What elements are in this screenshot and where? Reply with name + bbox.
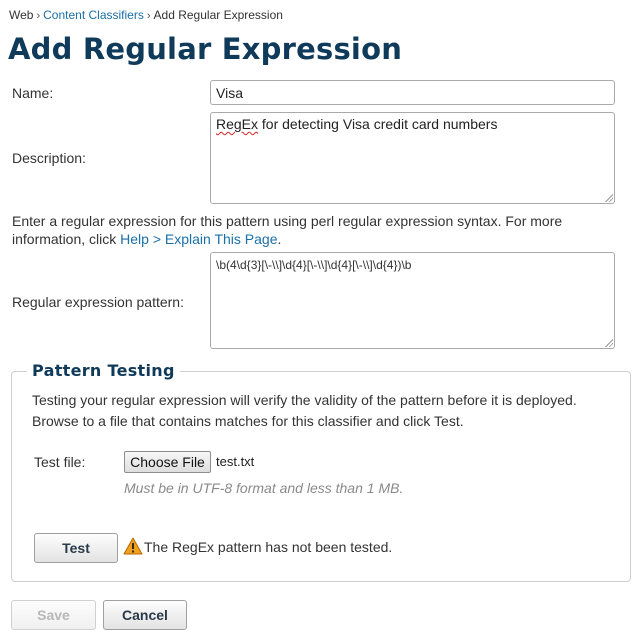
pattern-testing-description: Testing your regular expression will ver… <box>32 392 577 429</box>
test-status: The RegEx pattern has not been tested. <box>123 537 392 555</box>
cancel-button[interactable]: Cancel <box>103 600 187 630</box>
resize-grip-icon[interactable] <box>604 193 613 202</box>
breadcrumb-separator: › <box>146 10 151 22</box>
pattern-instructions-end: . <box>277 231 282 247</box>
test-button[interactable]: Test <box>34 533 118 563</box>
breadcrumb-current: Add Regular Expression <box>153 8 283 22</box>
breadcrumb-separator: › <box>36 10 41 22</box>
pattern-instructions: Enter a regular expression for this patt… <box>12 212 627 248</box>
test-status-text: The RegEx pattern has not been tested. <box>144 539 393 555</box>
page-title: Add Regular Expression <box>8 32 403 66</box>
description-text: for detecting Visa credit card numbers <box>258 116 498 132</box>
resize-grip-icon[interactable] <box>604 338 613 347</box>
save-button[interactable]: Save <box>11 600 96 630</box>
name-input[interactable] <box>210 80 615 105</box>
choose-file-button[interactable]: Choose File <box>124 451 211 473</box>
test-file-label: Test file: <box>34 454 86 470</box>
selected-file-name: test.txt <box>216 454 255 469</box>
warning-icon <box>123 537 143 555</box>
help-explain-link[interactable]: Help > Explain This Page <box>120 231 277 247</box>
pattern-value: \b(4\d{3}[\-\\]\d{4}[\-\\]\d{4}[\-\\]\d{… <box>216 258 412 272</box>
breadcrumb-content-classifiers-link[interactable]: Content Classifiers <box>43 8 144 22</box>
pattern-testing-heading: Pattern Testing <box>27 361 180 380</box>
description-label: Description: <box>12 150 86 166</box>
pattern-instructions-text: Enter a regular expression for this patt… <box>12 213 563 247</box>
breadcrumb-web: Web <box>9 8 34 22</box>
breadcrumb: Web › Content Classifiers › Add Regular Expr… <box>9 8 283 22</box>
pattern-label: Regular expression pattern: <box>12 294 184 310</box>
name-label: Name: <box>12 85 54 101</box>
description-misspelled-word: RegEx <box>216 116 259 132</box>
description-textarea[interactable]: RegEx for detecting Visa credit card num… <box>210 112 615 204</box>
pattern-textarea[interactable]: \b(4\d{3}[\-\\]\d{4}[\-\\]\d{4}[\-\\]\d{… <box>210 252 615 349</box>
file-format-hint: Must be in UTF-8 format and less than 1 … <box>124 480 404 496</box>
